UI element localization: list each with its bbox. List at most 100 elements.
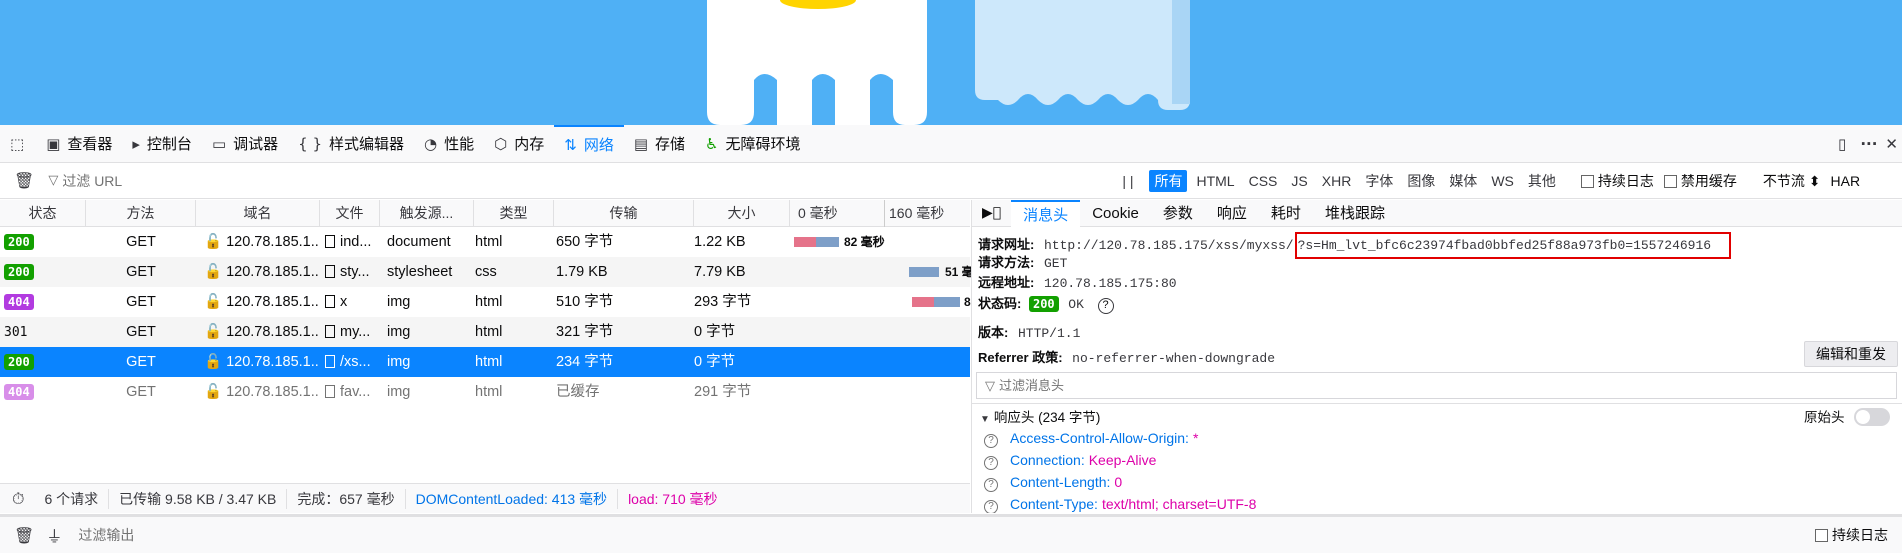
file-text: x — [340, 294, 348, 310]
filter-type-xhr[interactable]: XHR — [1317, 172, 1357, 190]
column-header-type[interactable]: 类型 — [474, 200, 554, 227]
tab-headers[interactable]: 消息头 — [1011, 200, 1081, 227]
filter-headers-placeholder: 过滤消息头 — [999, 378, 1065, 393]
tab-memory[interactable]: ⬡ 内存 — [484, 125, 554, 163]
response-header-row[interactable]: ? Access-Control-Allow-Origin: * — [984, 430, 1198, 448]
filter-type-ws[interactable]: WS — [1486, 172, 1519, 190]
help-icon[interactable]: ? — [984, 456, 998, 470]
header-value: text/html; charset=UTF-8 — [1101, 496, 1257, 512]
tab-style-editor[interactable]: { } 样式编辑器 — [288, 125, 414, 163]
raw-headers-toggle[interactable]: 原始头 — [1804, 406, 1891, 426]
column-header-cause[interactable]: 触发源... — [380, 200, 474, 227]
filter-type-media[interactable]: 媒体 — [1444, 170, 1482, 192]
clear-requests-icon[interactable]: 🗑 — [14, 171, 34, 190]
responsive-design-button[interactable]: ▯ — [1830, 125, 1854, 163]
throttle-select[interactable]: 不节流 ⬍ — [1763, 171, 1821, 191]
file-icon — [325, 235, 335, 248]
element-picker-button[interactable]: ⬚ — [0, 125, 36, 163]
har-menu-button[interactable]: HAR — [1831, 173, 1861, 189]
column-header-size[interactable]: 大小 — [694, 200, 790, 227]
domain-cell: 🔓 120.78.185.1... — [204, 377, 320, 407]
tab-console[interactable]: ▸ 控制台 — [122, 125, 202, 163]
filter-type-fonts[interactable]: 字体 — [1360, 170, 1398, 192]
table-row[interactable]: 200 GET 🔓 120.78.185.1... ind... document html… — [0, 227, 970, 257]
tab-timings[interactable]: 耗时 — [1259, 200, 1313, 227]
column-header-method[interactable]: 方法 — [86, 200, 196, 227]
header-value: Keep-Alive — [1088, 452, 1157, 468]
table-row[interactable]: 200 GET 🔓 120.78.185.1... sty... stylesheet cs… — [0, 257, 974, 287]
waterfall-timing-label: 82 毫秒 — [844, 235, 885, 249]
toggle-sidebar-icon[interactable]: ▶⃞ — [972, 205, 1011, 221]
transferred-cell: 已缓存 — [556, 384, 600, 400]
tab-performance[interactable]: ◔ 性能 — [414, 125, 484, 163]
table-row[interactable]: 404 GET 🔓 120.78.185.1... x img html 510 字节 293 … — [0, 287, 971, 317]
status-badge: 200 — [4, 234, 34, 250]
domain-cell: 🔓 120.78.185.1... — [204, 287, 320, 317]
help-icon[interactable]: ? — [984, 500, 998, 513]
pause-button[interactable]: | | — [1122, 173, 1133, 189]
domain-cell: 🔓 120.78.185.1... — [204, 227, 320, 257]
persist-logs-checkbox[interactable]: 持续日志 — [1580, 171, 1654, 191]
devtools-toolbar: ⬚ ▣ 查看器 ▸ 控制台 ▭ 调试器 { } 样式编辑器 ◔ 性能 ⬡ 内存 … — [0, 124, 1902, 163]
waterfall-tick-0: 0 毫秒 — [798, 205, 838, 221]
clear-console-icon[interactable]: 🗑 — [14, 526, 34, 545]
tab-inspector[interactable]: ▣ 查看器 — [36, 125, 122, 163]
filter-type-other[interactable]: 其他 — [1523, 170, 1561, 192]
filter-type-html[interactable]: HTML — [1191, 172, 1239, 190]
response-header-row[interactable]: ? Content-Length: 0 — [984, 474, 1122, 492]
column-header-file[interactable]: 文件 — [320, 200, 380, 227]
help-icon[interactable]: ? — [1097, 298, 1114, 314]
help-icon[interactable]: ? — [984, 434, 998, 448]
close-devtools-button[interactable]: ✕ — [1883, 125, 1902, 163]
column-header-transferred[interactable]: 传输 — [554, 200, 694, 227]
edit-and-resend-button[interactable]: 编辑和重发 — [1804, 341, 1898, 367]
table-row[interactable]: 404 GET 🔓 120.78.185.1... fav... img html 已缓存 29… — [0, 377, 970, 407]
help-icon[interactable]: ? — [984, 478, 998, 492]
column-header-status[interactable]: 状态 — [0, 200, 86, 227]
tab-response[interactable]: 响应 — [1205, 200, 1259, 227]
more-options-button[interactable]: ··· — [1854, 125, 1883, 163]
tab-debugger[interactable]: ▭ 调试器 — [202, 125, 288, 163]
filter-type-js[interactable]: JS — [1286, 172, 1312, 190]
filter-output-input[interactable]: 过滤输出 — [78, 525, 1815, 545]
tab-cookies[interactable]: Cookie — [1080, 200, 1151, 227]
performance-analysis-icon[interactable]: ⏱ — [12, 489, 24, 509]
tab-accessibility[interactable]: ♿ 无障碍环境 — [695, 125, 810, 163]
element-picker-icon: ⬚ — [10, 134, 25, 153]
domain-text: 120.78.185.1... — [226, 384, 320, 400]
filter-type-css[interactable]: CSS — [1244, 172, 1283, 190]
status-badge: 404 — [4, 294, 34, 310]
console-icon: ▸ — [132, 134, 140, 153]
column-header-waterfall[interactable]: 0 毫秒 160 毫秒 — [790, 200, 970, 227]
filter-headers-input[interactable]: ▽ 过滤消息头 — [976, 372, 1897, 399]
console-persist-logs-checkbox[interactable]: 持续日志 — [1815, 525, 1888, 545]
file-icon — [325, 265, 335, 278]
tab-network[interactable]: ⇅ 网络 — [554, 124, 624, 163]
request-count: 6 个请求 — [34, 488, 110, 509]
tab-stack-trace[interactable]: 堆栈跟踪 — [1313, 200, 1397, 227]
table-row[interactable]: 200 GET 🔓 120.78.185.1... /xs... img html 234 字… — [0, 347, 970, 377]
file-cell: sty... — [325, 257, 385, 287]
page-illustration — [707, 0, 1190, 125]
tab-params[interactable]: 参数 — [1151, 200, 1205, 227]
response-header-row[interactable]: ? Connection: Keep-Alive — [984, 452, 1156, 470]
file-text: my... — [340, 324, 371, 340]
filter-type-images[interactable]: 图像 — [1402, 170, 1440, 192]
finish-time: 完成：657 毫秒 — [287, 488, 406, 509]
header-name: Connection: — [1010, 452, 1085, 468]
response-header-row[interactable]: ? Content-Type: text/html; charset=UTF-8 — [984, 496, 1256, 513]
tab-label: 内存 — [514, 136, 545, 153]
column-header-domain[interactable]: 域名 — [196, 200, 320, 227]
filter-type-all[interactable]: 所有 — [1149, 169, 1188, 192]
cause-cell: img — [387, 354, 411, 370]
status-code-label: 状态码: — [978, 296, 1022, 311]
tab-storage[interactable]: ▤ 存储 — [624, 125, 695, 163]
status-cell: 301 — [4, 317, 84, 347]
filter-url-input[interactable]: 过滤 URL — [62, 171, 1122, 191]
table-row[interactable]: 301 GET 🔓 120.78.185.1... my... img html 321 字节… — [0, 317, 970, 347]
divider — [972, 403, 1902, 404]
disable-cache-checkbox[interactable]: 禁用缓存 — [1663, 171, 1737, 191]
remote-address-label: 远程地址: — [978, 275, 1035, 290]
network-summary-bar: ⏱ 6 个请求 已传输 9.58 KB / 3.47 KB 完成：657 毫秒 … — [0, 483, 970, 513]
response-headers-toggle[interactable]: ▼ 响应头 (234 字节) — [980, 406, 1100, 426]
